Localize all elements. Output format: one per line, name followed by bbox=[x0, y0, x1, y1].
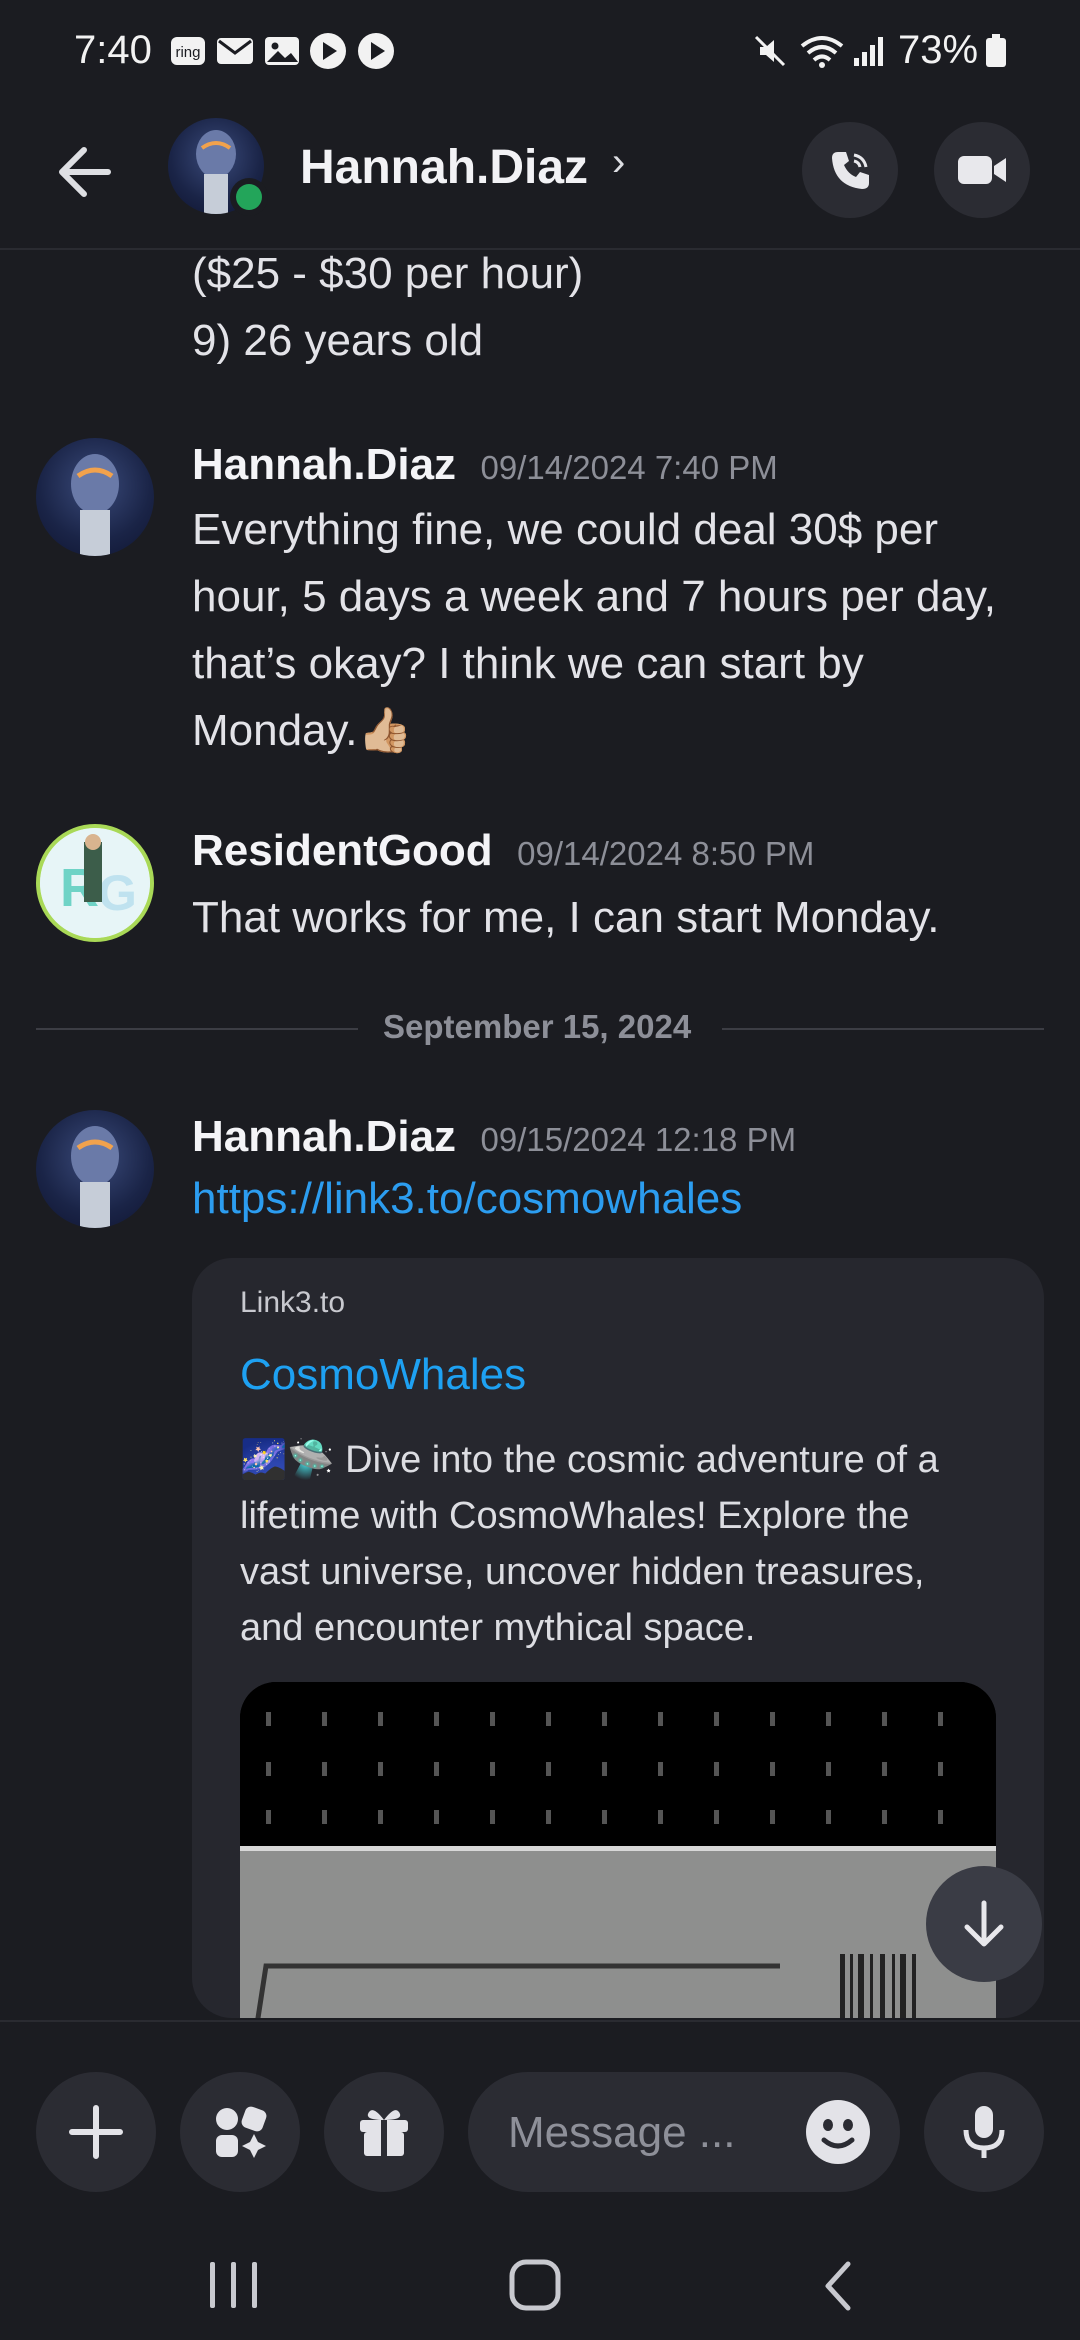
chat-header: Hannah.Diaz › bbox=[0, 100, 1080, 250]
play-icon bbox=[308, 32, 348, 70]
message-input-placeholder: Message ... bbox=[508, 2108, 736, 2157]
divider-line bbox=[722, 1028, 1044, 1030]
continued-message-line: ($25 - $30 per hour) bbox=[192, 250, 584, 298]
signal-icon bbox=[852, 32, 886, 70]
status-time: 7:40 bbox=[74, 28, 152, 72]
play-icon bbox=[356, 32, 396, 70]
message-timestamp: 09/14/2024 8:50 PM bbox=[517, 835, 815, 872]
message-line: that’s okay? I think we can start by bbox=[192, 639, 864, 688]
svg-text:ring: ring bbox=[175, 44, 200, 61]
continued-message-line: 9) 26 years old bbox=[192, 316, 484, 365]
message-link[interactable]: https://link3.to/cosmowhales bbox=[192, 1174, 742, 1224]
message-timestamp: 09/14/2024 7:40 PM bbox=[480, 449, 778, 486]
gift-button[interactable] bbox=[324, 2072, 444, 2192]
svg-text:G: G bbox=[98, 865, 137, 921]
chevron-right-icon[interactable]: › bbox=[612, 140, 625, 185]
status-bar: 7:40 ring 73% bbox=[0, 0, 1080, 100]
ring-icon: ring bbox=[170, 32, 206, 70]
phone-icon bbox=[832, 152, 869, 189]
nav-back-icon[interactable] bbox=[818, 2260, 858, 2312]
embed-description: 🌌🛸 Dive into the cosmic adventure of a l… bbox=[240, 1432, 1020, 1656]
embed-description-line: lifetime with CosmoWhales! Explore the bbox=[240, 1495, 910, 1537]
arrow-down-icon bbox=[964, 1900, 1004, 1947]
divider-line bbox=[36, 1028, 358, 1030]
embed-title[interactable]: CosmoWhales bbox=[240, 1350, 526, 1400]
microphone-icon bbox=[963, 2106, 1005, 2158]
online-status-indicator bbox=[230, 178, 268, 216]
recent-apps-icon[interactable] bbox=[206, 2260, 262, 2310]
back-arrow-icon[interactable] bbox=[50, 136, 122, 208]
message-input[interactable]: Message ... bbox=[468, 2072, 900, 2192]
embed-provider[interactable]: Link3.to bbox=[240, 1286, 345, 1320]
message-composer: Message ... bbox=[0, 2020, 1080, 2220]
apps-icon bbox=[216, 2106, 267, 2158]
message-line: Monday.👍🏼 bbox=[192, 706, 413, 755]
jump-to-latest-button[interactable] bbox=[926, 1866, 1042, 1982]
gallery-icon bbox=[264, 32, 300, 70]
embed-image[interactable] bbox=[240, 1682, 996, 2018]
emoji-icon[interactable] bbox=[804, 2098, 872, 2166]
plus-icon bbox=[69, 2105, 123, 2159]
message-line: hour, 5 days a week and 7 hours per day, bbox=[192, 572, 996, 621]
message-header: ResidentGood 09/14/2024 8:50 PM bbox=[192, 826, 814, 876]
message-header: Hannah.Diaz 09/15/2024 12:18 PM bbox=[192, 1112, 796, 1162]
wifi-icon bbox=[798, 32, 846, 70]
author-avatar[interactable] bbox=[36, 1110, 154, 1228]
author-avatar[interactable] bbox=[36, 438, 154, 556]
apps-button[interactable] bbox=[180, 2072, 300, 2192]
author-avatar[interactable]: RG bbox=[36, 824, 154, 942]
author-name[interactable]: Hannah.Diaz bbox=[192, 1112, 456, 1161]
author-name[interactable]: Hannah.Diaz bbox=[192, 440, 456, 489]
message-header: Hannah.Diaz 09/14/2024 7:40 PM bbox=[192, 440, 778, 490]
link-embed[interactable]: Link3.to CosmoWhales 🌌🛸 Dive into the co… bbox=[192, 1258, 1044, 2018]
battery-icon bbox=[984, 32, 1008, 70]
mail-icon bbox=[216, 32, 254, 70]
embed-description-line: vast universe, uncover hidden treasures, bbox=[240, 1551, 925, 1593]
embed-description-line: 🌌🛸 Dive into the cosmic adventure of a bbox=[240, 1439, 939, 1481]
author-name[interactable]: ResidentGood bbox=[192, 826, 493, 875]
voice-call-button[interactable] bbox=[802, 122, 898, 218]
message-timestamp: 09/15/2024 12:18 PM bbox=[480, 1121, 797, 1158]
embed-description-line: and encounter mythical space. bbox=[240, 1607, 756, 1649]
video-call-button[interactable] bbox=[934, 122, 1030, 218]
voice-message-button[interactable] bbox=[924, 2072, 1044, 2192]
system-navigation-bar bbox=[0, 2220, 1080, 2340]
mute-icon bbox=[752, 32, 788, 70]
message-line: That works for me, I can start Monday. bbox=[192, 893, 940, 942]
home-icon[interactable] bbox=[508, 2258, 562, 2312]
contact-name[interactable]: Hannah.Diaz bbox=[300, 140, 588, 195]
battery-percent: 73% bbox=[898, 28, 979, 72]
add-attachment-button[interactable] bbox=[36, 2072, 156, 2192]
message-line: Everything fine, we could deal 30$ per bbox=[192, 505, 939, 554]
date-divider: September 15, 2024 bbox=[383, 1008, 692, 1045]
gift-icon bbox=[360, 2110, 408, 2156]
video-camera-icon bbox=[958, 156, 1006, 184]
